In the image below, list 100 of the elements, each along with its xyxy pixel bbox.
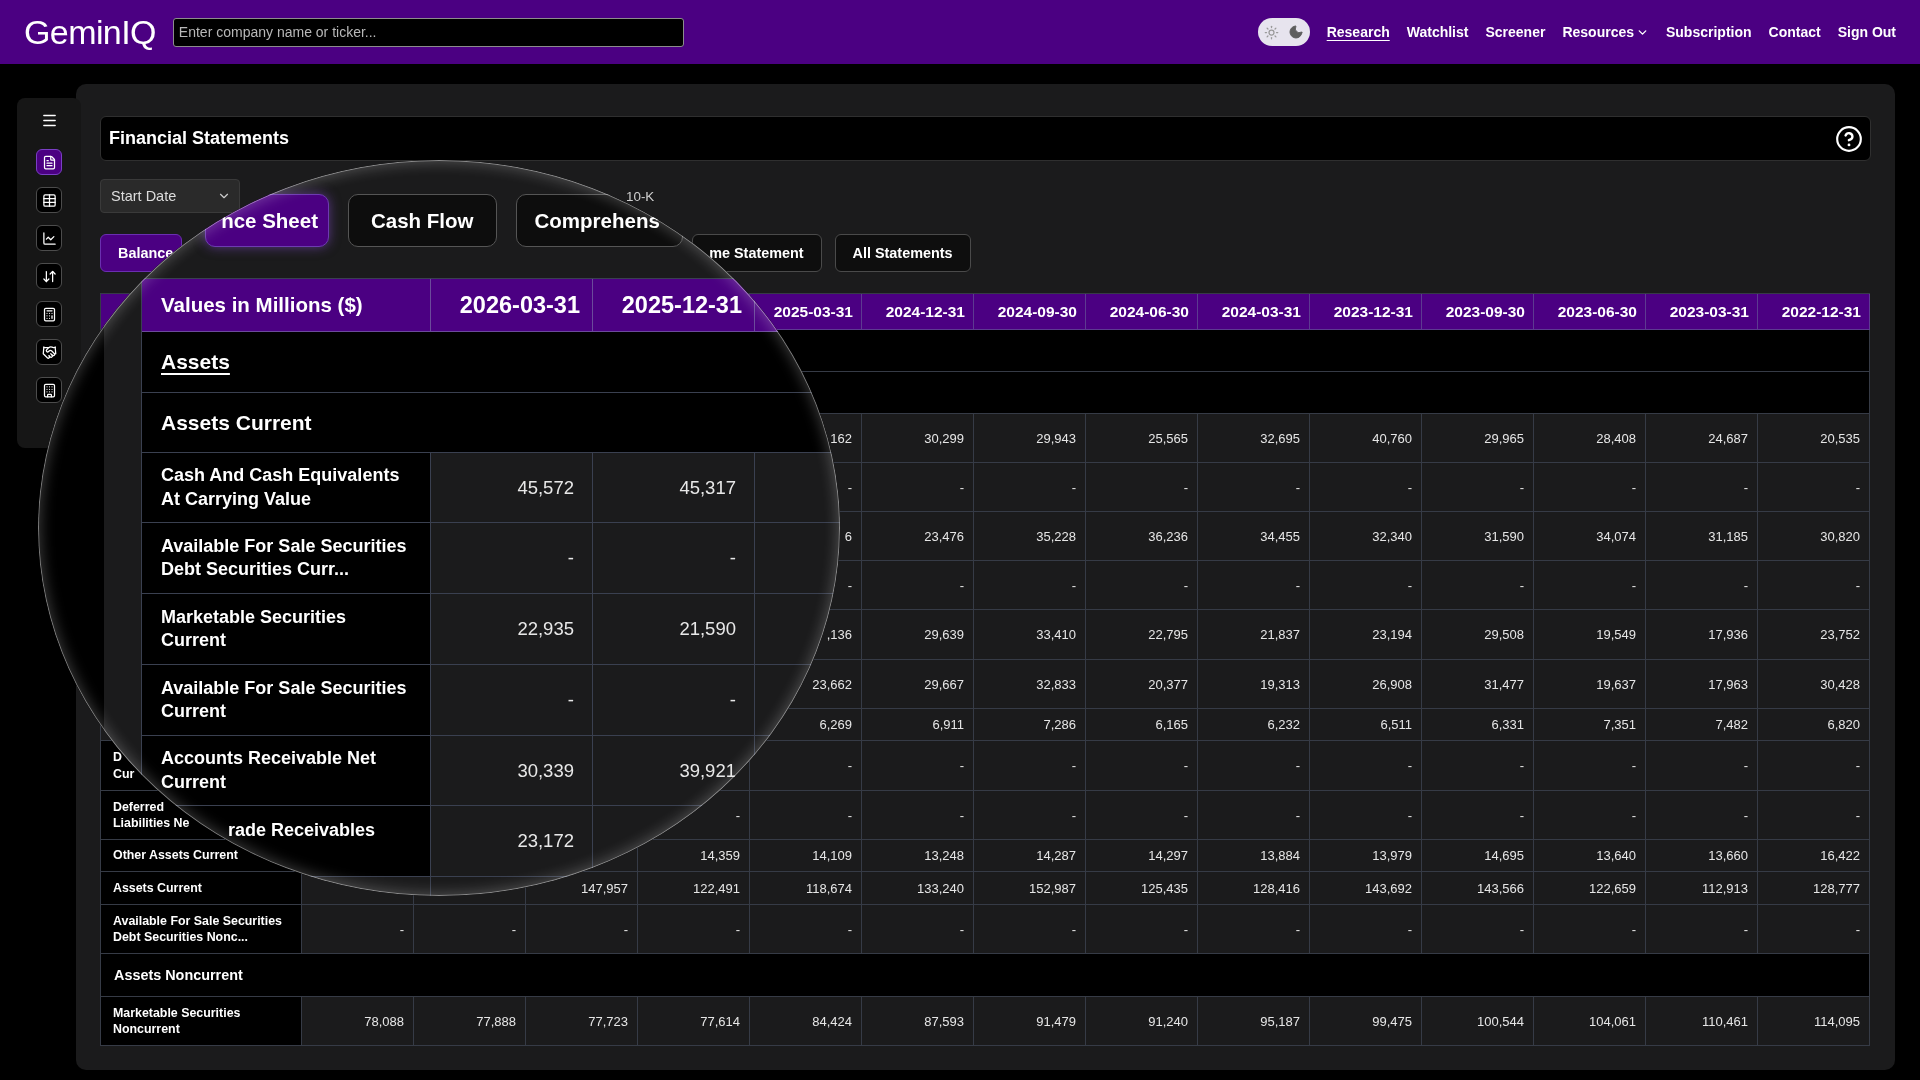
- statement-tab[interactable]: Cash Flow: [348, 194, 497, 247]
- sidebar-button[interactable]: [36, 187, 62, 213]
- table-value: 31,590: [1484, 528, 1524, 544]
- table-value: -: [1855, 807, 1860, 823]
- table-value: 84,424: [812, 1013, 852, 1029]
- table-value: 34,455: [1260, 528, 1300, 544]
- table-icon: [41, 192, 57, 208]
- table-value: 13,248: [924, 848, 964, 863]
- table-value: -: [1071, 807, 1076, 823]
- column-header: 2026-03-31: [459, 291, 580, 319]
- table-value: 13,660: [1708, 848, 1748, 863]
- nav-link[interactable]: Research: [1326, 24, 1390, 40]
- table-value: 23,662: [812, 676, 852, 692]
- table-value: 32,695: [1260, 430, 1300, 446]
- table-value: 14,109: [812, 848, 852, 863]
- table-value: 114,095: [1813, 1013, 1860, 1029]
- table-value: 28,408: [1596, 430, 1636, 446]
- table-value: 112,913: [1701, 880, 1748, 896]
- table-value: 6: [844, 528, 852, 544]
- table-value: -: [1183, 758, 1188, 773]
- logo[interactable]: GeminIQ: [24, 15, 156, 49]
- theme-toggle[interactable]: [1257, 18, 1310, 46]
- table-value: 20,535: [1820, 430, 1860, 446]
- row-label: Marketable Securities Current: [161, 605, 347, 652]
- table-value: 21,590: [679, 618, 736, 640]
- table-value: 147,957: [581, 880, 628, 896]
- table-value: 32,833: [1036, 676, 1076, 692]
- row-label: Assets Current: [113, 879, 202, 897]
- table-value: 39,921: [679, 759, 736, 782]
- table-value: -: [1855, 479, 1860, 495]
- row-label: Other Assets Current: [113, 847, 238, 864]
- table-value: -: [1631, 921, 1636, 937]
- table-value: 13,979: [1372, 848, 1412, 863]
- table-value: -: [1407, 807, 1412, 823]
- nav-link[interactable]: Sign Out: [1837, 24, 1896, 40]
- table-value: 6,911: [932, 717, 964, 732]
- column-header: 2023-12-31: [1333, 302, 1413, 321]
- table-value: 77,614: [700, 1013, 740, 1029]
- table-value: 6,165: [1155, 717, 1188, 732]
- nav-link[interactable]: Contact: [1768, 24, 1821, 40]
- section-row: Assets Noncurrent: [101, 954, 1870, 997]
- table-value: 24,687: [1708, 430, 1748, 446]
- table-value: -: [1743, 577, 1748, 593]
- nav-link[interactable]: Subscription: [1666, 24, 1752, 40]
- table-value: 19,637: [1596, 676, 1636, 692]
- sidebar-button[interactable]: [36, 225, 62, 251]
- table-value: 125,435: [1141, 880, 1188, 896]
- table-value: -: [1071, 921, 1076, 937]
- table-value: ,136: [826, 627, 852, 642]
- table-value: 133,240: [917, 880, 964, 896]
- table-value: -: [1743, 479, 1748, 495]
- table-value: 14,359: [700, 848, 740, 863]
- table-value: 31,477: [1484, 676, 1524, 692]
- date-select[interactable]: Start Date: [100, 179, 240, 213]
- table-value: -: [1519, 577, 1524, 593]
- table-value: 40,760: [1372, 430, 1412, 446]
- table-value: 22,935: [517, 618, 574, 640]
- column-header: 2024-03-31: [1221, 302, 1301, 321]
- table-value: 23,194: [1372, 627, 1412, 642]
- nav-link[interactable]: Resources: [1562, 24, 1649, 40]
- column-header: 2023-03-31: [1669, 302, 1749, 321]
- table-value: 30,820: [1820, 528, 1860, 544]
- sidebar-button[interactable]: [36, 301, 62, 327]
- table-value: -: [1183, 807, 1188, 823]
- column-header: Values in Millions ($): [161, 293, 363, 317]
- statement-tab[interactable]: All Statements: [834, 234, 971, 272]
- table-value: -: [1295, 479, 1300, 495]
- nav-link[interactable]: Watchlist: [1406, 24, 1469, 40]
- table-value: 30,339: [517, 759, 574, 782]
- nav-link[interactable]: Screener: [1485, 24, 1546, 40]
- sun-icon: [1263, 24, 1279, 40]
- sidebar-button[interactable]: [36, 377, 62, 403]
- statement-tab[interactable]: me Statement: [692, 234, 822, 272]
- table-value: -: [567, 547, 574, 569]
- table-value: 128,416: [1253, 880, 1300, 896]
- table-value: -: [623, 921, 628, 937]
- table-value: -: [729, 689, 736, 711]
- table-value: 143,692: [1365, 880, 1412, 896]
- search-field[interactable]: Enter company name or ticker...: [172, 17, 684, 47]
- table-value: -: [1183, 479, 1188, 495]
- table-value: 29,965: [1484, 430, 1524, 446]
- table-value: -: [1183, 921, 1188, 937]
- table-value: -: [1071, 758, 1076, 773]
- row-label: Accounts Receivable Net Current: [161, 747, 377, 794]
- sidebar-button[interactable]: [36, 149, 62, 175]
- table-value: 104,061: [1589, 1013, 1636, 1029]
- table-value: 25,565: [1148, 430, 1188, 446]
- table-value: -: [1295, 758, 1300, 773]
- table-value: 87,593: [924, 1013, 964, 1029]
- table-value: 31,185: [1708, 528, 1748, 544]
- table-value: 128,777: [1813, 880, 1860, 896]
- page-title: Financial Statements: [109, 128, 290, 149]
- help-icon[interactable]: [1836, 125, 1862, 152]
- table-value: -: [1071, 577, 1076, 593]
- sidebar-button[interactable]: [36, 263, 62, 289]
- row-label: rade Receivables: [228, 819, 376, 842]
- table-value: 32,340: [1372, 528, 1412, 544]
- sidebar-button[interactable]: [36, 339, 62, 365]
- table-value: -: [511, 921, 516, 937]
- calculator-icon: [41, 306, 57, 322]
